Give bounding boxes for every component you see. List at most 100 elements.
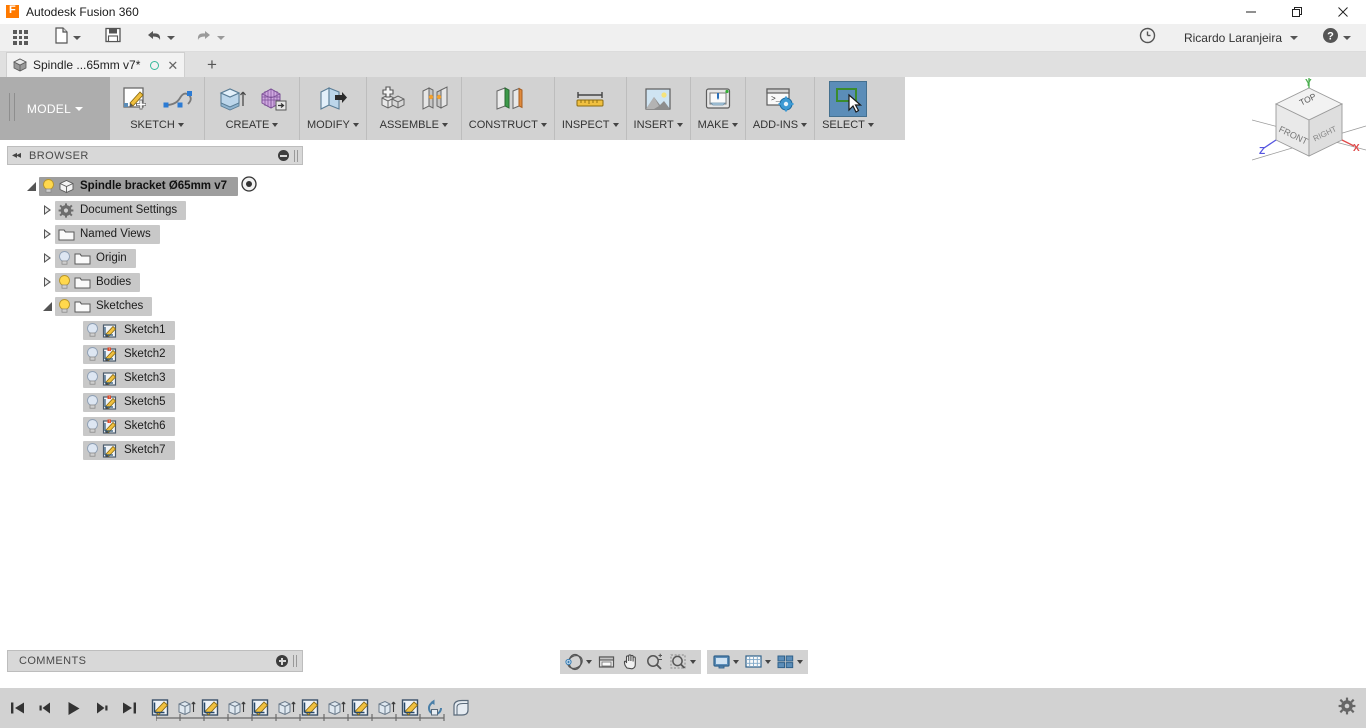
workspace-switcher[interactable]: MODEL: [0, 77, 110, 140]
ribbon-group-label[interactable]: MODIFY: [307, 119, 359, 131]
undo-button[interactable]: [140, 24, 180, 52]
timeline-feature-sketch[interactable]: [400, 697, 422, 719]
minimize-button[interactable]: [1228, 0, 1274, 24]
display-settings-button[interactable]: [710, 651, 741, 673]
close-icon[interactable]: ✕: [167, 59, 178, 72]
tree-row-sketch1[interactable]: Sketch1: [7, 318, 303, 342]
browser-header[interactable]: ◂◂ BROWSER: [7, 146, 303, 165]
step-back-button[interactable]: [36, 698, 54, 718]
timeline-feature-extrude[interactable]: [375, 697, 397, 719]
timeline-feature-sketch[interactable]: [150, 697, 172, 719]
ribbon-group-label[interactable]: CREATE: [226, 119, 279, 131]
timeline-feature-sketch[interactable]: [350, 697, 372, 719]
tree-row-sketch7[interactable]: Sketch7: [7, 438, 303, 462]
expand-arrow-open-icon[interactable]: [23, 181, 39, 191]
timeline-feature-revolve[interactable]: [425, 697, 447, 719]
panel-resize-grip[interactable]: [293, 655, 297, 667]
ribbon-group-label[interactable]: ASSEMBLE: [380, 119, 448, 131]
maximize-button[interactable]: [1274, 0, 1320, 24]
zoom-button[interactable]: [643, 651, 666, 673]
timeline-feature-fillet[interactable]: [450, 697, 472, 719]
extrude-icon[interactable]: [212, 81, 250, 117]
close-button[interactable]: [1320, 0, 1366, 24]
tree-row-sketch6[interactable]: ! Sketch6: [7, 414, 303, 438]
tree-row-sketches[interactable]: Sketches: [7, 294, 303, 318]
save-button[interactable]: [100, 24, 126, 52]
go-to-end-button[interactable]: [120, 698, 138, 718]
plus-circle-icon[interactable]: [276, 655, 288, 667]
app-grid-button[interactable]: [8, 24, 33, 52]
step-forward-button[interactable]: [92, 698, 110, 718]
grid-snaps-button[interactable]: [742, 651, 773, 673]
tree-row-sketch5[interactable]: ! Sketch5: [7, 390, 303, 414]
recent-documents-button[interactable]: [1134, 24, 1161, 52]
viewports-button[interactable]: [774, 651, 805, 673]
help-button[interactable]: ?: [1317, 24, 1356, 52]
panel-resize-grip[interactable]: [294, 149, 298, 162]
redo-button[interactable]: [190, 24, 230, 52]
visibility-bulb-off-icon[interactable]: [57, 250, 72, 266]
visibility-bulb-off-icon[interactable]: [85, 442, 100, 458]
mesh-insert-icon[interactable]: [254, 81, 292, 117]
visibility-bulb-off-icon[interactable]: [85, 346, 100, 362]
timeline-feature-extrude[interactable]: [175, 697, 197, 719]
ribbon-group-label[interactable]: INSERT: [634, 119, 683, 131]
ribbon-group-label[interactable]: MAKE: [698, 119, 738, 131]
look-at-button[interactable]: [595, 651, 618, 673]
sketch-create-icon[interactable]: [117, 81, 155, 117]
tree-row-root[interactable]: Spindle bracket Ø65mm v7: [7, 174, 303, 198]
new-component-icon[interactable]: [374, 81, 412, 117]
visibility-bulb-off-icon[interactable]: [85, 322, 100, 338]
select-window-icon[interactable]: [828, 81, 867, 117]
double-left-arrow-icon[interactable]: ◂◂: [12, 150, 21, 161]
expand-arrow-open-icon[interactable]: [39, 301, 55, 311]
view-cube[interactable]: TOP FRONT RIGHT Y X Z: [1251, 78, 1366, 178]
timeline-feature-sketch[interactable]: [300, 697, 322, 719]
visibility-bulb-off-icon[interactable]: [85, 370, 100, 386]
target-circle-icon[interactable]: [241, 175, 257, 197]
tree-row-named-views[interactable]: Named Views: [7, 222, 303, 246]
offset-plane-icon[interactable]: [489, 81, 527, 117]
ribbon-group-label[interactable]: CONSTRUCT: [469, 119, 547, 131]
tree-row-origin[interactable]: Origin: [7, 246, 303, 270]
tree-row-document-settings[interactable]: Document Settings: [7, 198, 303, 222]
press-pull-icon[interactable]: [314, 81, 352, 117]
ribbon-group-label[interactable]: SELECT: [822, 119, 874, 131]
play-button[interactable]: [64, 698, 82, 718]
ribbon-group-label[interactable]: INSPECT: [562, 119, 619, 131]
3d-print-icon[interactable]: [699, 81, 737, 117]
visibility-bulb-on-icon[interactable]: [57, 298, 72, 314]
expand-arrow-closed-icon[interactable]: [39, 253, 55, 263]
orbit-button[interactable]: [563, 651, 594, 673]
joint-icon[interactable]: [416, 81, 454, 117]
timeline-settings-button[interactable]: [1338, 697, 1356, 720]
visibility-bulb-on-icon[interactable]: [41, 178, 56, 194]
timeline-feature-extrude[interactable]: [225, 697, 247, 719]
ribbon-group-label[interactable]: SKETCH: [130, 119, 184, 131]
comments-panel[interactable]: COMMENTS: [7, 650, 303, 672]
tree-row-bodies[interactable]: Bodies: [7, 270, 303, 294]
go-to-beginning-button[interactable]: [8, 698, 26, 718]
user-menu[interactable]: Ricardo Laranjeira: [1175, 24, 1303, 52]
new-document-button[interactable]: [49, 24, 86, 52]
visibility-bulb-off-icon[interactable]: [85, 418, 100, 434]
minus-circle-icon[interactable]: [278, 150, 289, 161]
timeline-feature-extrude[interactable]: [275, 697, 297, 719]
document-tab[interactable]: Spindle ...65mm v7* ✕: [6, 52, 186, 77]
pan-button[interactable]: [619, 651, 642, 673]
insert-image-icon[interactable]: [639, 81, 677, 117]
expand-arrow-closed-icon[interactable]: [39, 277, 55, 287]
timeline-feature-extrude[interactable]: [325, 697, 347, 719]
timeline-feature-sketch[interactable]: [200, 697, 222, 719]
measure-icon[interactable]: [571, 81, 609, 117]
new-tab-button[interactable]: +: [198, 52, 226, 77]
tree-row-sketch3[interactable]: Sketch3: [7, 366, 303, 390]
spline-icon[interactable]: [159, 81, 197, 117]
expand-arrow-closed-icon[interactable]: [39, 229, 55, 239]
zoom-window-button[interactable]: [667, 651, 698, 673]
scripts-addins-icon[interactable]: >_: [761, 81, 799, 117]
visibility-bulb-on-icon[interactable]: [57, 274, 72, 290]
visibility-bulb-off-icon[interactable]: [85, 394, 100, 410]
tree-row-sketch2[interactable]: ! Sketch2: [7, 342, 303, 366]
expand-arrow-closed-icon[interactable]: [39, 205, 55, 215]
